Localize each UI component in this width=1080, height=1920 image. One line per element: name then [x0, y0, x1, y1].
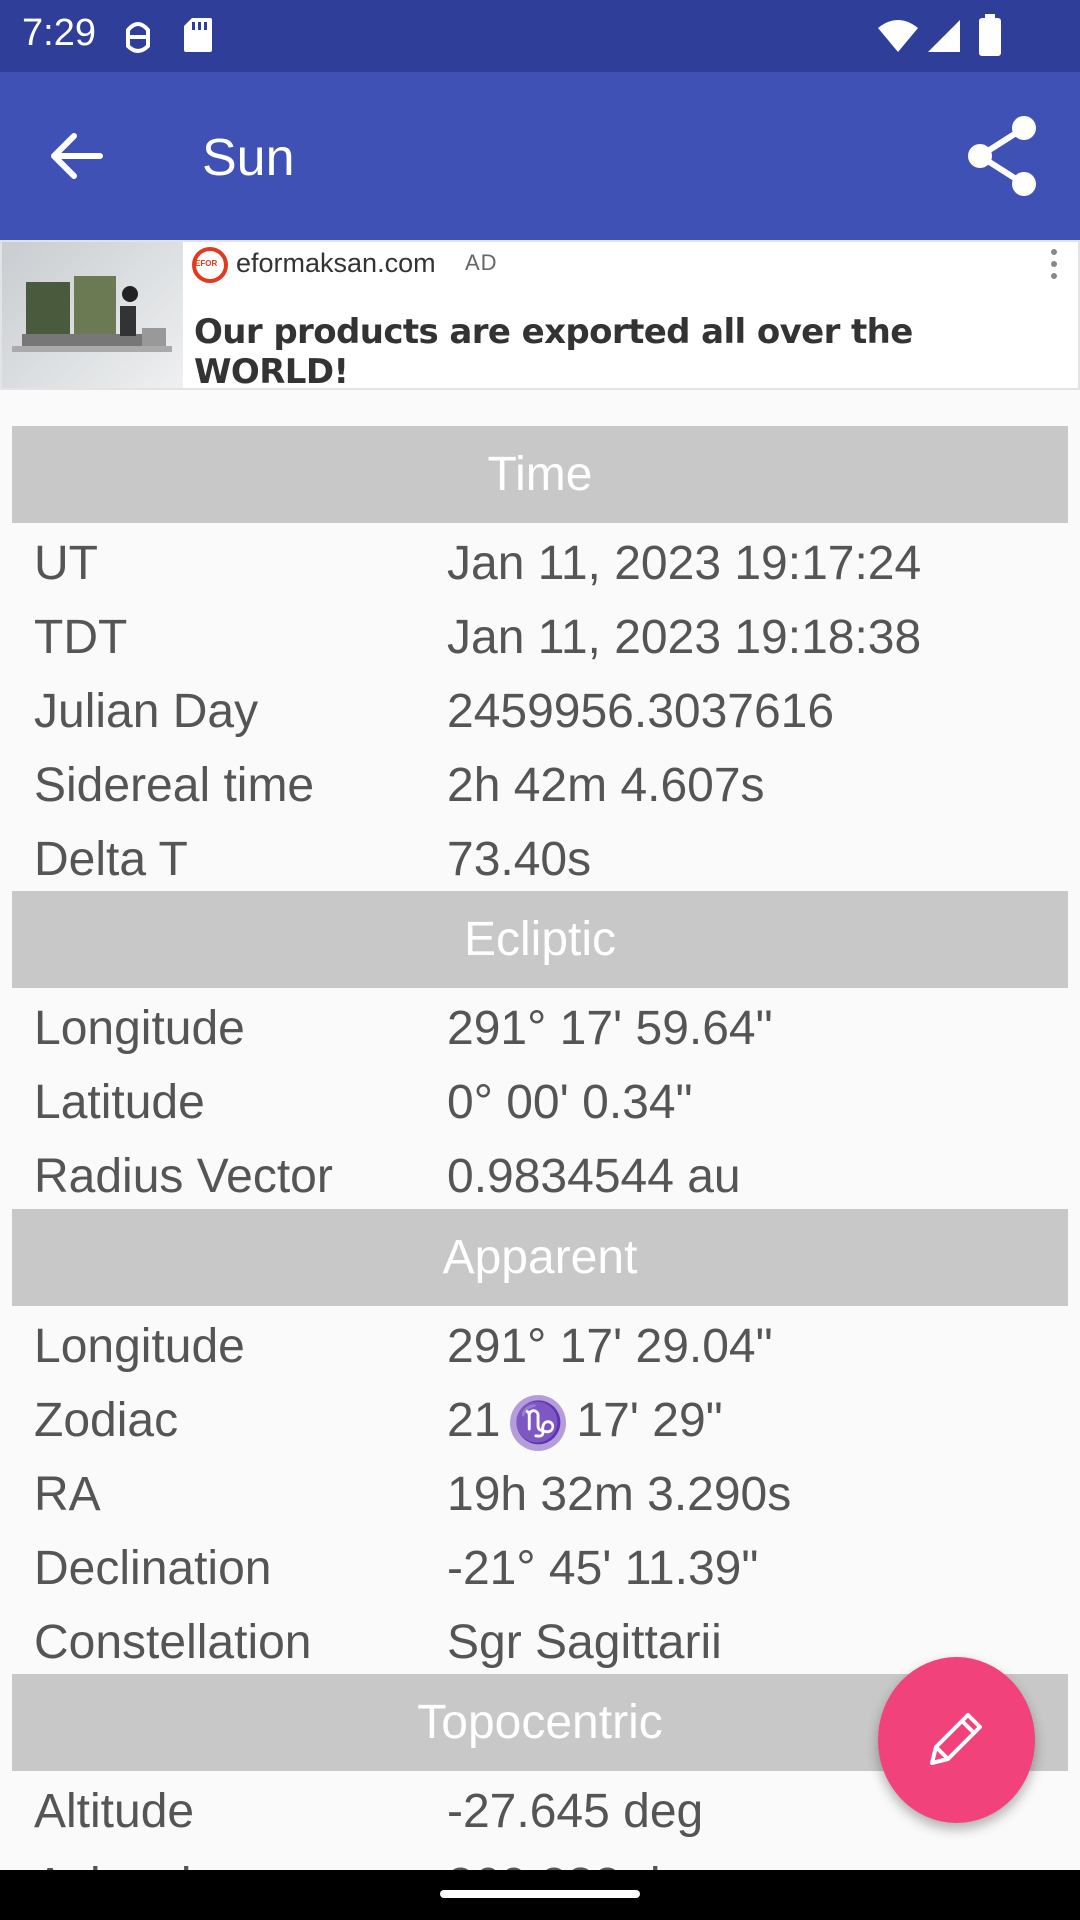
edit-fab-button[interactable] [878, 1657, 1035, 1823]
ad-logo-text: EFOR [195, 259, 218, 268]
row-label: Longitude [34, 1002, 245, 1055]
row-value: 2h 42m 4.607s [447, 759, 765, 812]
zodiac-degrees: 21 [447, 1394, 501, 1447]
ad-headline[interactable]: Our products are exported all over the W… [194, 312, 1078, 392]
pencil-icon [930, 1713, 982, 1765]
capricorn-icon: ♑ [510, 1395, 567, 1452]
status-bar: 7:29 [0, 0, 1080, 72]
ad-product-image[interactable] [2, 242, 183, 388]
app-bar: Sun [0, 72, 1080, 240]
ad-tag: AD [465, 250, 498, 275]
row-value: 2459956.3037616 [447, 685, 835, 738]
row-value: 0° 00' 0.34" [447, 1076, 693, 1129]
row-label: RA [34, 1468, 101, 1521]
row-label: Declination [34, 1542, 272, 1595]
row-value: Sgr Sagittarii [447, 1616, 722, 1669]
row-label: Azimuth [34, 1858, 207, 1870]
row-label: Radius Vector [34, 1150, 333, 1203]
navigation-bar [0, 1870, 1080, 1920]
row-value: -21° 45' 11.39" [447, 1542, 759, 1595]
row-value: 260.282 deg [447, 1858, 714, 1870]
row-value: 291° 17' 59.64" [447, 1002, 773, 1055]
row-value: Jan 11, 2023 19:18:38 [447, 611, 922, 664]
sd-card-icon [184, 18, 212, 52]
ad-domain[interactable]: eformaksan.com [236, 248, 436, 279]
row-label: TDT [34, 611, 128, 664]
row-label: Latitude [34, 1076, 205, 1129]
cell-signal-icon [928, 20, 960, 52]
row-label: Julian Day [34, 685, 259, 738]
row-value: 73.40s [447, 833, 592, 886]
row-value: Jan 11, 2023 19:17:24 [447, 537, 922, 590]
row-label: Sidereal time [34, 759, 315, 812]
status-time: 7:29 [22, 12, 96, 54]
row-label: Altitude [34, 1785, 195, 1838]
ad-banner[interactable]: EFOR eformaksan.com AD Our products are … [0, 240, 1080, 392]
zodiac-minutes: 17' 29" [576, 1394, 723, 1447]
ad-logo: EFOR [192, 247, 228, 283]
ephemeris-table[interactable]: Time UT Jan 11, 2023 19:17:24 TDT Jan 11… [0, 390, 1080, 1870]
page-title: Sun [202, 129, 295, 187]
zodiac-value: 21 ♑ 17' 29" [447, 1393, 723, 1452]
row-value: 291° 17' 29.04" [447, 1320, 773, 1373]
row-label: Delta T [34, 833, 188, 886]
more-vert-icon[interactable] [1048, 248, 1060, 282]
wifi-icon [878, 20, 918, 52]
battery-icon [979, 14, 1001, 56]
section-header-time: Time [12, 426, 1068, 523]
row-value: -27.645 deg [447, 1785, 704, 1838]
row-value: 19h 32m 3.290s [447, 1468, 792, 1521]
row-label: Longitude [34, 1320, 245, 1373]
share-icon[interactable] [964, 114, 1040, 198]
arrow-back-icon[interactable] [46, 126, 106, 186]
row-value: 0.9834544 au [447, 1150, 741, 1203]
section-header-apparent: Apparent [12, 1209, 1068, 1306]
home-gesture-handle[interactable] [440, 1890, 640, 1898]
section-header-ecliptic: Ecliptic [12, 891, 1068, 988]
row-label: Constellation [34, 1616, 312, 1669]
machine-illustration [12, 276, 172, 352]
row-label: UT [34, 537, 98, 590]
row-label: Zodiac [34, 1394, 179, 1447]
android-debug-icon [126, 22, 150, 53]
